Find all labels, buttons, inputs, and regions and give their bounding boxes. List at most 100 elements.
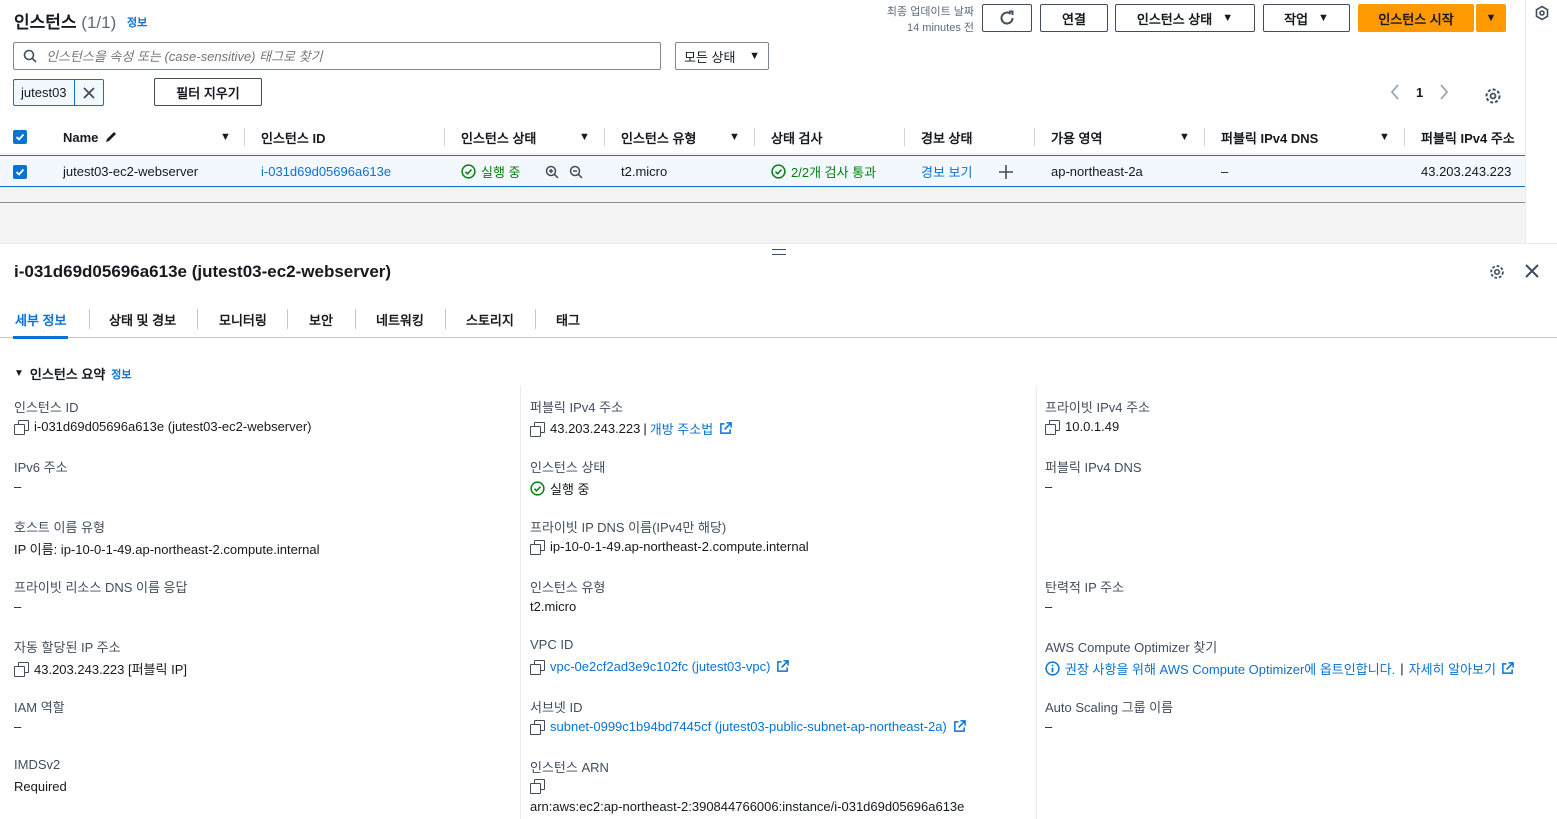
column-instance-state[interactable]: 인스턴스 상태 ▼ bbox=[461, 120, 591, 154]
instance-state-label: 인스턴스 상태 bbox=[1136, 11, 1213, 27]
close-icon[interactable] bbox=[1523, 262, 1541, 280]
vpc-link[interactable]: vpc-0e2cf2ad3e9c102fc (jutest03-vpc) bbox=[550, 659, 770, 674]
row-public-ip: 43.203.243.223 bbox=[1421, 164, 1512, 179]
clear-filters-button[interactable]: 필터 지우기 bbox=[154, 78, 262, 106]
zoom-in-icon[interactable] bbox=[545, 165, 559, 179]
chevron-left-icon[interactable] bbox=[1390, 84, 1400, 100]
page-number[interactable]: 1 bbox=[1416, 85, 1423, 100]
column-availability-zone[interactable]: 가용 영역 ▼ bbox=[1051, 120, 1191, 154]
field-auto-scaling-group: Auto Scaling 그룹 이름 – bbox=[1045, 700, 1174, 734]
copy-icon[interactable] bbox=[530, 659, 545, 675]
info-link[interactable]: 정보 bbox=[127, 17, 147, 29]
field-iam-role: IAM 역할 – bbox=[14, 700, 65, 734]
filter-token-label[interactable]: jutest03 bbox=[14, 80, 75, 105]
copy-icon[interactable] bbox=[14, 419, 29, 435]
tab-storage[interactable]: 스토리지 bbox=[466, 300, 514, 338]
column-alarm-status[interactable]: 경보 상태 bbox=[921, 120, 972, 154]
add-alarm-button[interactable] bbox=[999, 156, 1013, 187]
row-instance-state: 실행 중 bbox=[461, 156, 521, 187]
open-address-link[interactable]: 개방 주소법 bbox=[650, 419, 713, 438]
tab-details[interactable]: 세부 정보 bbox=[12, 300, 69, 339]
copy-icon[interactable] bbox=[530, 719, 545, 735]
row-availability-zone: ap-northeast-2a bbox=[1051, 164, 1143, 179]
info-link[interactable]: 정보 bbox=[111, 366, 131, 382]
column-instance-type[interactable]: 인스턴스 유형 ▼ bbox=[621, 120, 741, 154]
detail-tabs: 세부 정보 상태 및 경보 모니터링 보안 네트워킹 스토리지 태그 bbox=[0, 300, 1557, 339]
row-public-dns: – bbox=[1221, 164, 1229, 179]
field-hostname-type: 호스트 이름 유형 IP 이름: ip-10-0-1-49.ap-northea… bbox=[14, 520, 320, 557]
row-view-alarms-link[interactable]: 경보 보기 bbox=[921, 156, 972, 187]
actions-label: 작업 bbox=[1284, 11, 1309, 27]
connect-label: 연결 bbox=[1062, 11, 1086, 27]
field-instance-state: 인스턴스 상태 실행 중 bbox=[530, 460, 606, 497]
field-subnet-id: 서브넷 ID subnet-0999c1b94bd7445cf (jutest0… bbox=[530, 697, 966, 735]
tab-monitoring[interactable]: 모니터링 bbox=[219, 300, 267, 338]
resize-handle[interactable] bbox=[772, 249, 786, 255]
table-row[interactable]: jutest03-ec2-webserver i-031d69d05696a61… bbox=[0, 155, 1525, 187]
summary-section-header[interactable]: ▼ 인스턴스 요약 정보 bbox=[14, 364, 132, 383]
help-panel-icon[interactable] bbox=[1534, 5, 1550, 21]
zoom-out-icon[interactable] bbox=[569, 165, 583, 179]
tab-security[interactable]: 보안 bbox=[309, 300, 333, 338]
field-auto-assigned-ip: 자동 할당된 IP 주소 43.203.243.223 [퍼블릭 IP] bbox=[14, 640, 187, 677]
caret-down-icon: ▼ bbox=[1318, 12, 1329, 24]
gear-icon[interactable] bbox=[1488, 263, 1506, 281]
edit-icon bbox=[106, 132, 117, 142]
divider bbox=[520, 386, 521, 819]
column-status-check[interactable]: 상태 검사 bbox=[771, 120, 822, 154]
tab-status-alarms[interactable]: 상태 및 경보 bbox=[109, 300, 176, 338]
refresh-button[interactable] bbox=[982, 4, 1032, 32]
filter-token: jutest03 bbox=[13, 79, 104, 106]
last-updated-label: 최종 업데이트 날짜 bbox=[886, 6, 974, 18]
select-all-checkbox[interactable] bbox=[13, 120, 27, 154]
pagination: 1 bbox=[1390, 84, 1449, 100]
learn-more-link[interactable]: 자세히 알아보기 bbox=[1409, 659, 1496, 678]
column-public-dns[interactable]: 퍼블릭 IPv4 DNS ▼ bbox=[1221, 120, 1391, 154]
search-icon bbox=[14, 49, 46, 63]
field-instance-type: 인스턴스 유형 t2.micro bbox=[530, 580, 606, 614]
copy-icon[interactable] bbox=[14, 661, 29, 677]
optimizer-opt-in-link[interactable]: 권장 사항을 위해 AWS Compute Optimizer에 옵트인합니다. bbox=[1065, 659, 1395, 678]
subnet-link[interactable]: subnet-0999c1b94bd7445cf (jutest03-publi… bbox=[550, 719, 947, 734]
connect-button[interactable]: 연결 bbox=[1040, 4, 1108, 32]
remove-token-button[interactable] bbox=[75, 80, 103, 105]
launch-instance-dropdown[interactable]: ▼ bbox=[1476, 4, 1506, 32]
field-public-ipv4-dns: 퍼블릭 IPv4 DNS – bbox=[1045, 460, 1142, 494]
check-circle-icon bbox=[461, 164, 476, 179]
search-input[interactable] bbox=[46, 48, 660, 64]
field-private-ip-dns: 프라이빗 IP DNS 이름(IPv4만 해당) ip-10-0-1-49.ap… bbox=[530, 520, 809, 555]
field-instance-id: 인스턴스 ID i-031d69d05696a613e (jutest03-ec… bbox=[14, 400, 312, 435]
field-compute-optimizer: AWS Compute Optimizer 찾기 권장 사항을 위해 AWS C… bbox=[1045, 637, 1514, 678]
field-ipv6: IPv6 주소 – bbox=[14, 460, 68, 494]
divider bbox=[1036, 386, 1037, 819]
column-public-ip[interactable]: 퍼블릭 IPv4 주소 bbox=[1421, 120, 1515, 154]
check-circle-icon bbox=[771, 164, 786, 179]
gear-icon[interactable] bbox=[1483, 86, 1503, 106]
instance-state-button[interactable]: 인스턴스 상태 ▼ bbox=[1115, 4, 1255, 32]
launch-instance-button[interactable]: 인스턴스 시작 bbox=[1358, 4, 1474, 32]
external-link-icon bbox=[720, 422, 733, 434]
actions-button[interactable]: 작업 ▼ bbox=[1263, 4, 1350, 32]
page-title: 인스턴스 (1/1) 정보 bbox=[14, 8, 147, 33]
copy-icon[interactable] bbox=[530, 421, 545, 437]
row-instance-id-link[interactable]: i-031d69d05696a613e bbox=[261, 156, 391, 187]
row-zoom-controls bbox=[545, 156, 583, 187]
field-vpc-id: VPC ID vpc-0e2cf2ad3e9c102fc (jutest03-v… bbox=[530, 637, 790, 675]
clear-filters-label: 필터 지우기 bbox=[176, 85, 240, 101]
caret-down-icon: ▼ bbox=[1485, 12, 1497, 24]
copy-icon[interactable] bbox=[530, 779, 545, 794]
separator: | bbox=[1400, 661, 1404, 676]
copy-icon[interactable] bbox=[530, 539, 545, 555]
caret-down-icon: ▼ bbox=[749, 50, 760, 62]
refresh-icon bbox=[1000, 10, 1014, 25]
column-instance-id[interactable]: 인스턴스 ID bbox=[261, 120, 325, 154]
column-name[interactable]: Name ▼ bbox=[63, 120, 233, 154]
plus-icon bbox=[999, 164, 1013, 179]
tab-tags[interactable]: 태그 bbox=[556, 300, 580, 338]
chevron-right-icon[interactable] bbox=[1439, 84, 1449, 100]
copy-icon[interactable] bbox=[1045, 419, 1060, 435]
row-checkbox[interactable] bbox=[13, 156, 27, 187]
table-header: Name ▼ 인스턴스 ID 인스턴스 상태 ▼ 인스턴스 유형 ▼ 상태 검사… bbox=[0, 120, 1525, 154]
tab-networking[interactable]: 네트워킹 bbox=[376, 300, 424, 338]
status-select[interactable]: 모든 상태 ▼ bbox=[675, 42, 769, 70]
